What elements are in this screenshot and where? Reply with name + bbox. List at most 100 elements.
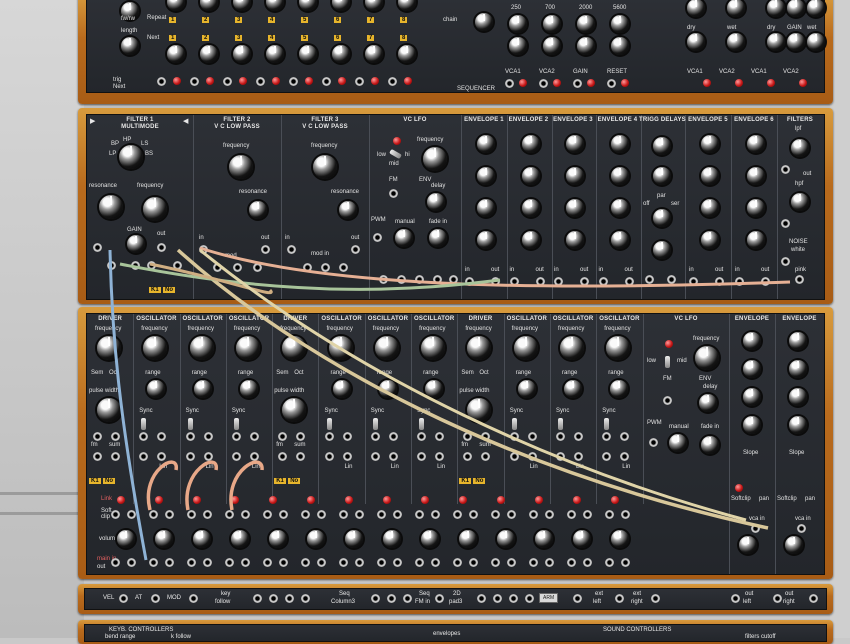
env-a-knob-1[interactable] (743, 332, 761, 350)
step-knob[interactable] (365, 45, 383, 63)
range-knob[interactable] (378, 380, 397, 398)
controller-jack[interactable] (371, 594, 380, 603)
sync-switch[interactable] (511, 418, 517, 430)
env-out-jack[interactable] (761, 277, 770, 286)
mix-jack[interactable] (241, 510, 250, 519)
osc-jack[interactable] (296, 452, 306, 461)
jack[interactable] (433, 275, 442, 284)
filter1-out-jack[interactable] (157, 243, 166, 252)
vca-jack[interactable] (505, 79, 514, 88)
eq-knob[interactable] (509, 15, 527, 33)
env-out-jack[interactable] (580, 277, 589, 286)
out-jack[interactable] (203, 558, 212, 567)
osc-jack[interactable] (203, 452, 213, 461)
osc-jack[interactable] (278, 432, 288, 441)
mix-jack[interactable] (415, 510, 424, 519)
jack[interactable] (213, 263, 222, 272)
envelope-knob[interactable] (701, 135, 719, 153)
out-jack[interactable] (241, 558, 250, 567)
osc-jack[interactable] (324, 452, 334, 461)
volume-knob[interactable] (269, 530, 287, 548)
volume-knob[interactable] (497, 530, 515, 548)
controller-jack[interactable] (189, 594, 198, 603)
lfo2-fadein-knob[interactable] (701, 436, 719, 454)
envelope-knob[interactable] (701, 199, 719, 217)
mix-knob[interactable] (807, 0, 825, 17)
controller-jack[interactable] (573, 594, 582, 603)
osc-jack[interactable] (111, 432, 120, 441)
mix-knob[interactable] (767, 0, 785, 17)
out-jack[interactable] (225, 558, 234, 567)
vca-jack[interactable] (573, 79, 582, 88)
out-jack[interactable] (127, 558, 136, 567)
env-out-jack[interactable] (715, 277, 724, 286)
step-knob-top[interactable] (200, 0, 218, 11)
out-jack[interactable] (605, 558, 614, 567)
step-jack[interactable] (322, 77, 331, 86)
volume-knob[interactable] (117, 530, 135, 548)
volume-knob[interactable] (231, 530, 249, 548)
osc-jack[interactable] (93, 452, 102, 461)
volume-knob[interactable] (383, 530, 401, 548)
sync-switch[interactable] (326, 418, 332, 430)
mix-jack[interactable] (507, 510, 516, 519)
hpf-knob[interactable] (791, 193, 809, 211)
controller-jack[interactable] (253, 594, 262, 603)
out-jack[interactable] (415, 558, 424, 567)
out-jack[interactable] (149, 558, 158, 567)
envelope-knob[interactable] (701, 167, 719, 185)
step-knob-top[interactable] (365, 0, 383, 11)
filter1-in-jack[interactable] (93, 243, 102, 252)
mix-knob[interactable] (687, 0, 705, 17)
filter2-out-jack[interactable] (261, 245, 270, 254)
osc-jack[interactable] (509, 452, 519, 461)
env-out-jack[interactable] (491, 277, 500, 286)
lfo-fm-jack[interactable] (389, 189, 398, 198)
controller-jack[interactable] (119, 594, 128, 603)
osc-jack[interactable] (111, 452, 120, 461)
lfo2-delay-knob[interactable] (699, 394, 717, 412)
sync-switch[interactable] (187, 418, 193, 430)
osc-jack[interactable] (602, 432, 612, 441)
jack[interactable] (379, 275, 388, 284)
filter3-frequency-knob[interactable] (313, 155, 337, 179)
osc-jack[interactable] (139, 432, 149, 441)
out-jack[interactable] (453, 558, 462, 567)
step-knob-top[interactable] (332, 0, 350, 11)
envelope-knob[interactable] (747, 199, 765, 217)
vca-in-jack[interactable] (751, 524, 760, 533)
jack[interactable] (667, 275, 676, 284)
filter2-resonance-knob[interactable] (249, 201, 267, 219)
controller-jack[interactable] (773, 594, 782, 603)
step-knob-top[interactable] (398, 0, 416, 11)
lfo2-manual-knob[interactable] (669, 434, 687, 452)
envelope-knob[interactable] (610, 135, 629, 153)
eq-knob[interactable] (577, 15, 595, 33)
osc-jack[interactable] (481, 432, 491, 441)
lfo-frequency-knob[interactable] (423, 147, 447, 171)
osc-frequency-knob[interactable] (513, 336, 538, 360)
range-knob[interactable] (425, 380, 444, 398)
out-jack[interactable] (377, 558, 386, 567)
mix-knob-2[interactable] (787, 33, 805, 51)
envelope-knob[interactable] (610, 167, 629, 185)
osc-jack[interactable] (370, 432, 380, 441)
controller-jack[interactable] (809, 594, 818, 603)
controller-jack[interactable] (435, 594, 444, 603)
mix-knob-2[interactable] (727, 33, 745, 51)
osc-jack[interactable] (139, 452, 149, 461)
lfo-manual-knob[interactable] (395, 229, 413, 247)
mix-jack[interactable] (605, 510, 614, 519)
out-jack[interactable] (621, 558, 630, 567)
range-knob[interactable] (239, 380, 258, 398)
env-a-vol-knob[interactable] (739, 536, 757, 554)
mix-knob-2[interactable] (687, 33, 705, 51)
mix-jack[interactable] (149, 510, 158, 519)
lfo2-range-switch[interactable] (665, 356, 670, 368)
osc-jack[interactable] (620, 452, 630, 461)
env-out-jack[interactable] (624, 277, 634, 286)
controller-jack[interactable] (477, 594, 486, 603)
filter2-in-jack[interactable] (199, 245, 208, 254)
jack[interactable] (131, 261, 140, 270)
osc-jack[interactable] (296, 432, 306, 441)
